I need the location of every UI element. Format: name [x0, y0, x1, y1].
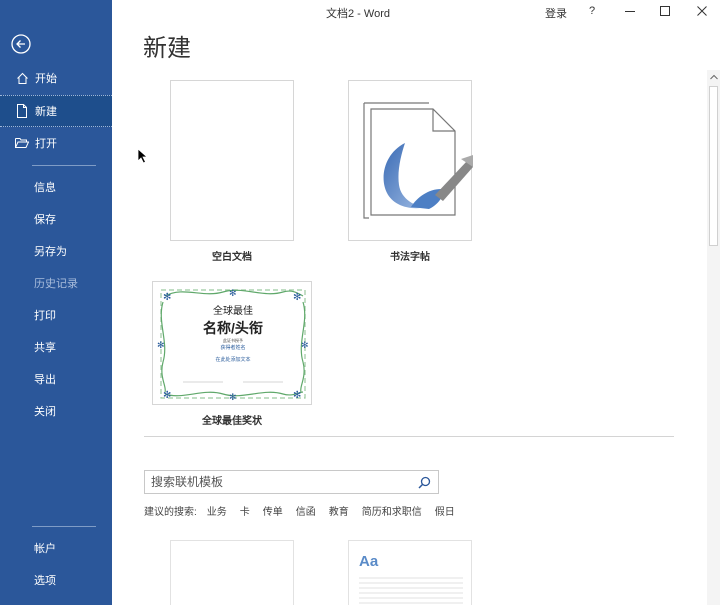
sidebar-item-open[interactable]: 打开: [0, 127, 112, 159]
suggested-search-link[interactable]: 卡: [240, 503, 250, 518]
svg-text:✻: ✻: [229, 288, 237, 298]
certificate-line-2: 名称/头衔: [203, 320, 263, 336]
new-document-icon: [15, 104, 29, 118]
page-title: 新建: [143, 35, 191, 62]
back-arrow-icon: [11, 34, 31, 54]
search-icon: [417, 476, 430, 489]
template-online-1[interactable]: [170, 540, 294, 605]
sidebar-item-label: 导出: [34, 374, 56, 386]
template-calligraphy[interactable]: [348, 80, 473, 241]
search-input[interactable]: [145, 471, 413, 493]
chevron-up-icon: [709, 74, 718, 79]
certificate-line-1: 全球最佳: [213, 306, 253, 317]
sidebar-item-label: 共享: [34, 342, 56, 354]
section-divider: [144, 436, 674, 437]
sidebar-divider: [32, 526, 96, 527]
minimize-icon: [625, 11, 635, 12]
template-label: 全球最佳奖状: [202, 416, 262, 427]
text-lines-icon: [359, 577, 463, 604]
template-online-2[interactable]: Aa: [348, 540, 472, 605]
sidebar-item-label: 开始: [35, 73, 57, 85]
scrollbar-thumb[interactable]: [709, 86, 718, 246]
suggested-searches-label: 建议的搜索:: [144, 507, 197, 518]
certificate-line-4: 获得者姓名: [220, 345, 246, 351]
sidebar-item-save[interactable]: 保存: [0, 203, 112, 235]
help-button[interactable]: ?: [582, 2, 602, 20]
sidebar-item-label: 打印: [34, 310, 56, 322]
svg-text:✻: ✻: [293, 390, 301, 401]
template-certificate[interactable]: ✻ ✻ ✻ ✻ ✻ ✻ ✻ ✻ 全球最佳 名称/头衔 此证书授予 获得者姓名 在…: [152, 281, 312, 405]
sidebar-item-label: 打开: [35, 138, 57, 150]
sidebar-item-new[interactable]: 新建: [0, 95, 112, 127]
sidebar-item-label: 信息: [34, 182, 56, 194]
suggested-search-link[interactable]: 教育: [329, 503, 349, 518]
back-button[interactable]: [10, 33, 32, 55]
home-icon: [15, 71, 29, 85]
close-button[interactable]: [692, 2, 712, 20]
calligraphy-preview-icon: [363, 102, 473, 219]
vertical-scrollbar[interactable]: [707, 70, 720, 605]
maximize-button[interactable]: [655, 2, 675, 20]
suggested-search-link[interactable]: 传单: [263, 503, 283, 518]
sidebar-item-label: 保存: [34, 214, 56, 226]
sidebar-item-label: 新建: [35, 106, 57, 118]
suggested-search-link[interactable]: 业务: [207, 503, 227, 518]
certificate-line-5: 在此处添加文本: [215, 357, 251, 363]
search-button[interactable]: [413, 471, 435, 493]
sidebar-item-history: 历史记录: [0, 267, 112, 299]
sidebar-item-close[interactable]: 关闭: [0, 395, 112, 427]
template-blank-document[interactable]: [170, 80, 294, 241]
template-preview-text: Aa: [359, 553, 379, 570]
sidebar-item-print[interactable]: 打印: [0, 299, 112, 331]
scroll-up-button[interactable]: [707, 70, 720, 83]
suggested-search-link[interactable]: 简历和求职信: [362, 503, 422, 518]
sidebar-item-label: 选项: [34, 575, 56, 587]
sidebar-item-label: 关闭: [34, 406, 56, 418]
sidebar-item-export[interactable]: 导出: [0, 363, 112, 395]
template-label: 空白文档: [212, 252, 252, 263]
svg-text:✻: ✻: [229, 392, 237, 402]
sidebar-item-label: 帐户: [34, 543, 56, 555]
sidebar-item-label: 另存为: [34, 246, 67, 258]
sign-in-link[interactable]: 登录: [545, 5, 567, 21]
suggested-searches: 建议的搜索: 业务 卡 传单 信函 教育 简历和求职信 假日: [144, 503, 468, 518]
mouse-cursor-icon: [137, 148, 149, 164]
sidebar-item-share[interactable]: 共享: [0, 331, 112, 363]
maximize-icon: [660, 6, 670, 16]
title-bar: 文档2 - Word 登录 ?: [112, 0, 720, 22]
sidebar-item-label: 历史记录: [34, 278, 78, 290]
suggested-search-link[interactable]: 信函: [296, 503, 316, 518]
minimize-button[interactable]: [620, 2, 640, 20]
sidebar-item-save-as[interactable]: 另存为: [0, 235, 112, 267]
svg-text:✻: ✻: [163, 390, 171, 401]
close-icon: [697, 6, 707, 16]
sidebar-divider: [32, 165, 96, 166]
template-label: 书法字帖: [390, 252, 430, 263]
online-template-search: [144, 470, 439, 494]
suggested-search-link[interactable]: 假日: [435, 503, 455, 518]
backstage-sidebar: 开始 新建 打开 信息 保存 另存为 历史记录 打印 共享 导出 关闭 帐户 选…: [0, 0, 112, 605]
sidebar-item-account[interactable]: 帐户: [0, 532, 112, 564]
help-icon: ?: [588, 5, 596, 17]
sidebar-item-info[interactable]: 信息: [0, 171, 112, 203]
folder-open-icon: [15, 136, 29, 150]
sidebar-item-home[interactable]: 开始: [0, 62, 112, 94]
window-title: 文档2 - Word: [326, 8, 390, 20]
sidebar-item-options[interactable]: 选项: [0, 564, 112, 596]
